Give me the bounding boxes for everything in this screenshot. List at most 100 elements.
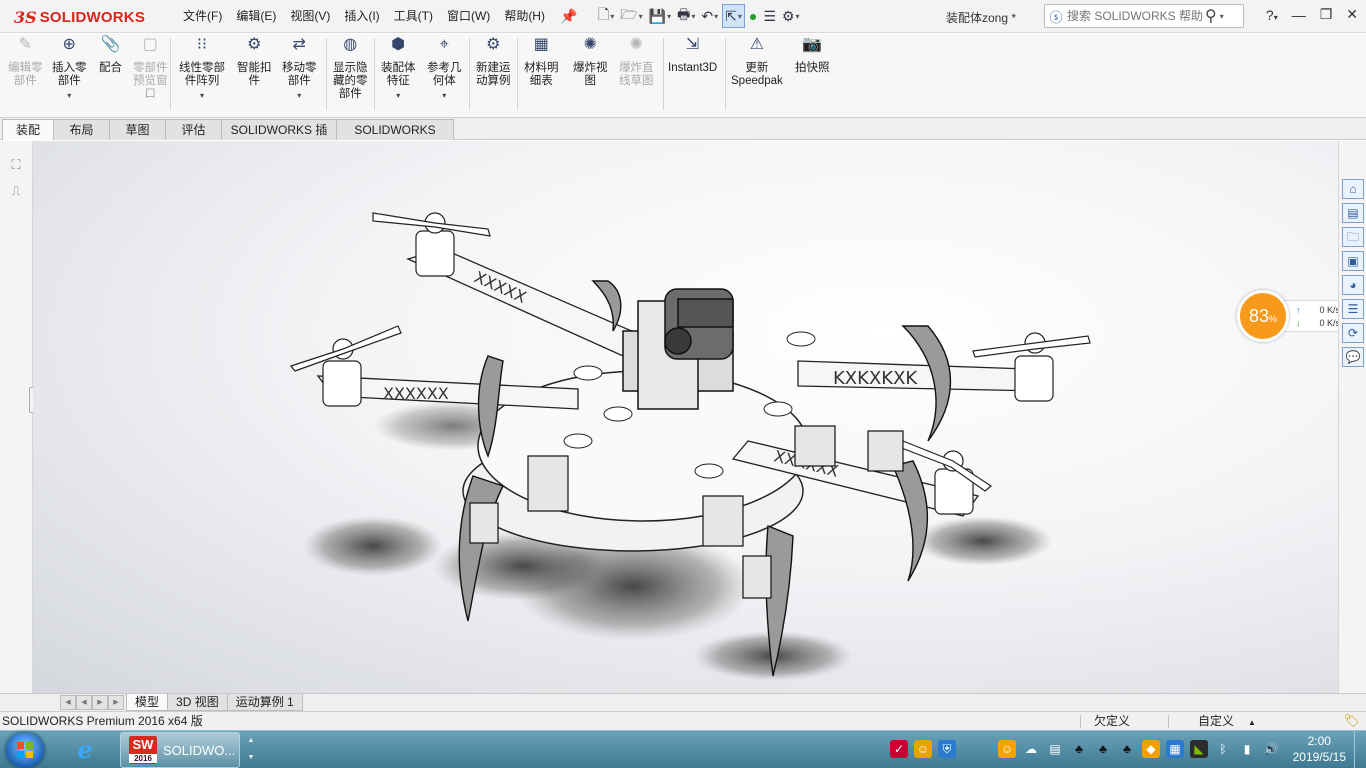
- file-properties-button[interactable]: ☰: [761, 4, 778, 28]
- rebuild-button[interactable]: ●: [747, 4, 759, 28]
- tab-3d-view[interactable]: 3D 视图: [167, 694, 228, 711]
- search-input[interactable]: [1067, 9, 1203, 23]
- search-icon[interactable]: ⚲: [1205, 6, 1217, 26]
- tab-motion-study[interactable]: 运动算例 1: [226, 694, 303, 711]
- take-snapshot-button[interactable]: 📷 拍快照: [795, 37, 830, 75]
- graphics-area[interactable]: XXXXX XXXXXX KXKXKXK XXXXXX: [33, 141, 1338, 693]
- unit-system-selector[interactable]: 自定义 ▲: [1198, 712, 1256, 732]
- taskbar-clock[interactable]: 2:00 2019/5/15: [1293, 733, 1346, 765]
- show-hidden-components-button[interactable]: ◍ 显示隐 藏的零 部件: [333, 37, 368, 101]
- mate-button[interactable]: 📎 配合: [99, 37, 122, 75]
- explode-line-sketch-button[interactable]: ✺ 爆炸直 线草图: [619, 37, 654, 88]
- insert-components-button[interactable]: ⊕ 插入零 部件 ▾: [52, 37, 87, 102]
- new-document-button[interactable]: 🗋 ▾: [596, 4, 616, 28]
- first-tab-arrow-icon[interactable]: ◀: [60, 695, 76, 710]
- last-tab-arrow-icon[interactable]: ▶: [108, 695, 124, 710]
- prev-tab-arrow-icon[interactable]: ◀: [76, 695, 92, 710]
- forum-icon[interactable]: 💬: [1342, 347, 1364, 367]
- taskbar-scroll-icon[interactable]: ▲ ▼: [244, 732, 258, 768]
- appearances-icon[interactable]: ◕: [1342, 275, 1364, 295]
- tab-layout[interactable]: 布局: [53, 119, 110, 140]
- design-library-icon[interactable]: ▤: [1342, 203, 1364, 223]
- help-icon[interactable]: ?▾: [1266, 7, 1278, 23]
- property-manager-icon[interactable]: ⎍: [7, 183, 25, 201]
- options-button[interactable]: ⚙ ▾: [780, 4, 802, 28]
- assembly-features-button[interactable]: ⬢ 装配体 特征 ▾: [381, 37, 416, 102]
- chevron-down-icon[interactable]: ▾: [396, 89, 400, 102]
- tab-assembly[interactable]: 装配体: [2, 119, 54, 157]
- view-palette-icon[interactable]: ▣: [1342, 251, 1364, 271]
- tray-app-icon[interactable]: ☺: [998, 740, 1016, 758]
- smart-fasteners-button[interactable]: ⚙ 智能扣件: [237, 37, 272, 88]
- pin-menu-icon[interactable]: 📌: [560, 8, 577, 25]
- tray-app-icon[interactable]: ☺: [914, 740, 932, 758]
- component-preview-window-button[interactable]: ▢ 零部件 预览窗口: [133, 37, 168, 101]
- chevron-down-icon[interactable]: ▾: [67, 89, 71, 102]
- tab-solidworks-addins[interactable]: SOLIDWORKS 插件: [221, 119, 337, 157]
- file-explorer-icon[interactable]: 🗀: [1342, 227, 1364, 247]
- menu-insert[interactable]: 插入(I): [337, 8, 386, 24]
- chevron-down-icon[interactable]: ▾: [442, 89, 446, 102]
- tray-nvidia-icon[interactable]: ◣: [1190, 740, 1208, 758]
- home-icon[interactable]: ⌂: [1342, 179, 1364, 199]
- save-button[interactable]: 💾 ▾: [647, 4, 673, 28]
- exploded-view-button[interactable]: ✺ 爆炸视图: [573, 37, 608, 88]
- tag-icon[interactable]: 🏷: [1343, 712, 1360, 730]
- tray-qq-icon[interactable]: ♣: [1118, 740, 1136, 758]
- menu-edit[interactable]: 编辑(E): [229, 8, 283, 24]
- tab-model[interactable]: 模型: [126, 694, 169, 711]
- tray-shield-icon[interactable]: ⛨: [938, 740, 956, 758]
- tray-app-icon[interactable]: ▦: [1166, 740, 1184, 758]
- drone-hexapod-model[interactable]: XXXXX XXXXXX KXKXKXK XXXXXX: [33, 141, 1338, 693]
- menu-view[interactable]: 视图(V): [283, 8, 337, 24]
- tray-qq-icon[interactable]: ♣: [1094, 740, 1112, 758]
- camera-gimbal[interactable]: [622, 288, 734, 410]
- new-motion-study-button[interactable]: ⚙ 新建运 动算例: [476, 37, 511, 88]
- tray-app-icon[interactable]: ◆: [1142, 740, 1160, 758]
- tray-volume-icon[interactable]: 🔊: [1262, 740, 1280, 758]
- instant3d-button[interactable]: ⇲ Instant3D: [668, 37, 717, 75]
- solidworks-logo[interactable]: 3S SOLIDWORKS: [14, 5, 145, 29]
- start-button[interactable]: [6, 733, 44, 767]
- print-button[interactable]: 🖶 ▾: [675, 4, 697, 28]
- solidworks-resources-icon[interactable]: ⟳: [1342, 323, 1364, 343]
- feature-tree-icon[interactable]: ⛶: [7, 157, 25, 175]
- shadow: [913, 516, 1053, 566]
- reference-geometry-button[interactable]: ⌖ 参考几 何体 ▾: [427, 37, 462, 102]
- taskbar-solidworks-button[interactable]: SW 2016 SOLIDWO...: [120, 732, 240, 768]
- linear-component-pattern-button[interactable]: ⁝⁝ 线性零部 件阵列 ▾: [179, 37, 225, 102]
- internet-explorer-icon[interactable]: e: [66, 733, 104, 767]
- move-component-button[interactable]: ⇄ 移动零 部件 ▾: [282, 37, 317, 102]
- tab-evaluate[interactable]: 评估: [165, 119, 222, 140]
- open-button[interactable]: 🗁 ▾: [618, 4, 644, 28]
- menu-tools[interactable]: 工具(T): [387, 8, 440, 24]
- tray-cloud-icon[interactable]: ☁: [1022, 740, 1040, 758]
- network-speed-widget[interactable]: ↑ 0 K/s ↓ 0 K/s 83%: [1237, 290, 1349, 342]
- tray-network-icon[interactable]: ▮: [1238, 740, 1256, 758]
- minimize-icon[interactable]: —: [1292, 7, 1306, 23]
- tray-bluetooth-icon[interactable]: ᛒ: [1214, 740, 1232, 758]
- menu-file[interactable]: 文件(F): [176, 8, 229, 24]
- tab-sketch[interactable]: 草图: [109, 119, 166, 140]
- search-options-dropdown[interactable]: ▾: [1220, 12, 1224, 21]
- next-tab-arrow-icon[interactable]: ▶: [92, 695, 108, 710]
- tray-app-icon[interactable]: ✓: [890, 740, 908, 758]
- show-desktop-button[interactable]: [1354, 731, 1366, 768]
- tab-solidworks-mbd[interactable]: SOLIDWORKS MBD: [336, 119, 454, 157]
- close-icon[interactable]: ✕: [1346, 6, 1358, 23]
- help-search-box[interactable]: ⓢ ⚲ ▾: [1044, 4, 1244, 28]
- memory-usage-badge[interactable]: 83%: [1237, 290, 1289, 342]
- select-button[interactable]: ⇱ ▾: [722, 4, 745, 28]
- bill-of-materials-button[interactable]: ▦ 材料明 细表: [524, 37, 559, 88]
- undo-button[interactable]: ↶ ▾: [699, 4, 720, 28]
- chevron-down-icon[interactable]: ▾: [200, 89, 204, 102]
- edit-component-button[interactable]: ✎ 编辑零 部件: [8, 37, 43, 88]
- chevron-down-icon[interactable]: ▾: [297, 89, 301, 102]
- update-speedpak-button[interactable]: ⚠ 更新 Speedpak: [731, 37, 783, 88]
- tray-clipboard-icon[interactable]: ▤: [1046, 740, 1064, 758]
- menu-window[interactable]: 窗口(W): [440, 8, 497, 24]
- tray-qq-icon[interactable]: ♣: [1070, 740, 1088, 758]
- custom-properties-icon[interactable]: ☰: [1342, 299, 1364, 319]
- restore-icon[interactable]: ❐: [1320, 6, 1333, 23]
- menu-help[interactable]: 帮助(H): [497, 8, 552, 24]
